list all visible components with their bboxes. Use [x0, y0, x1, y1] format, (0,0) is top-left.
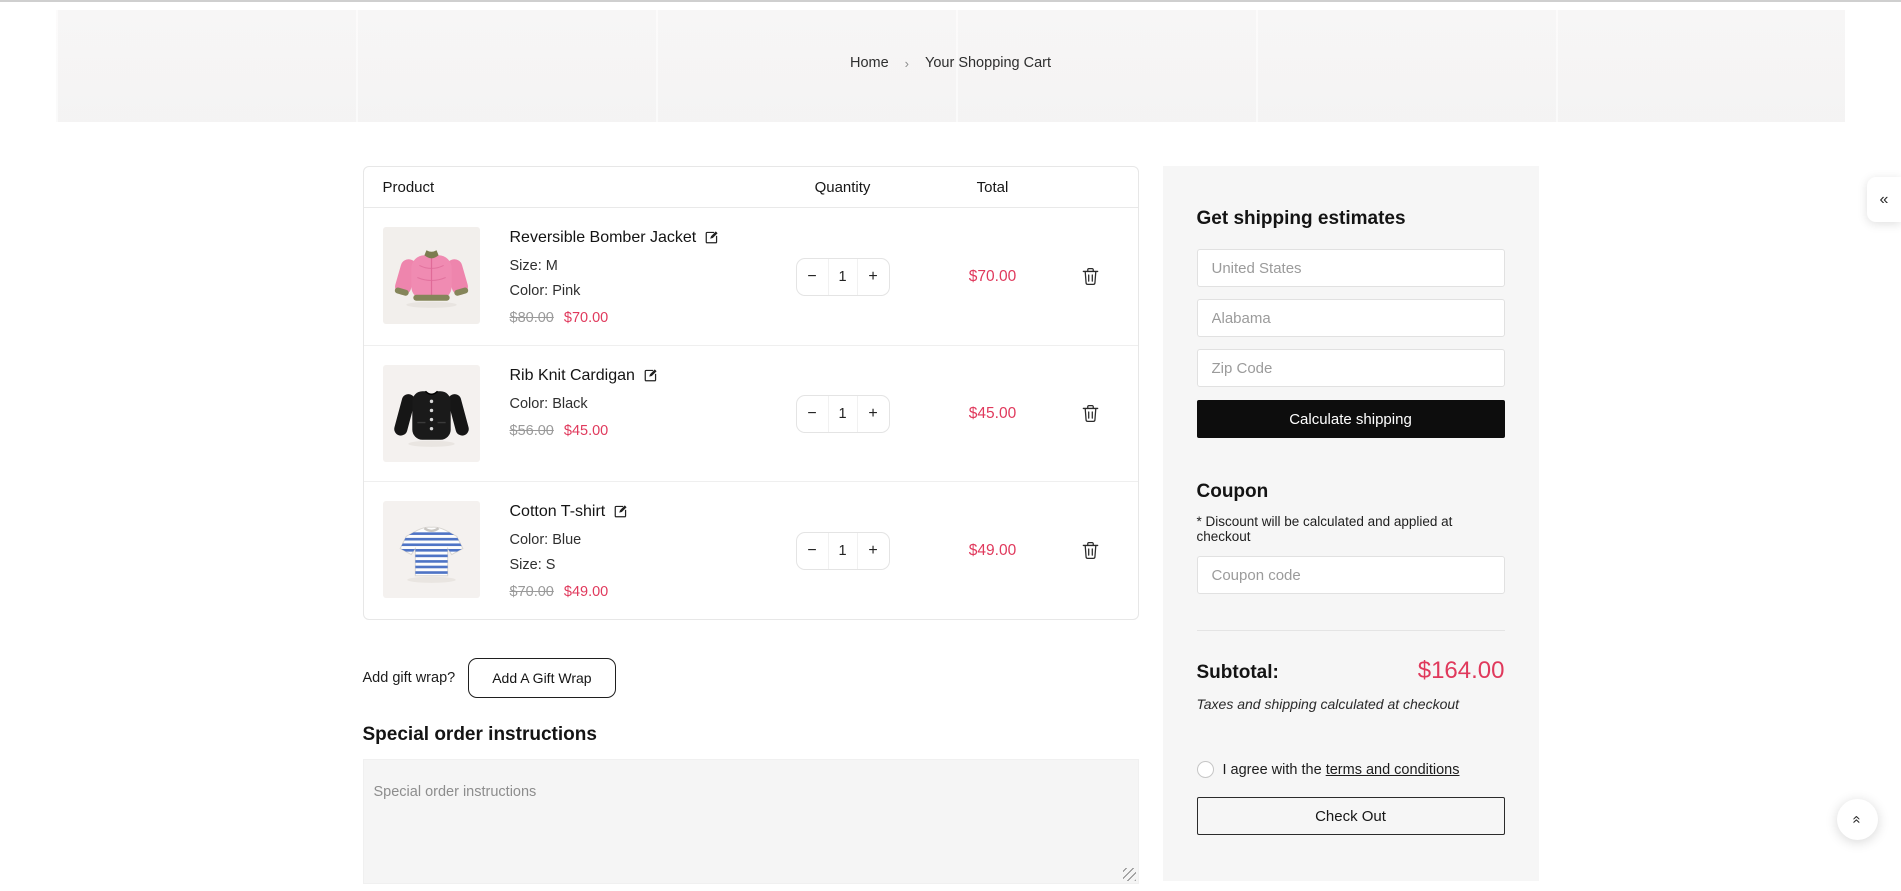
product-info: Rib Knit Cardigan Color: Black $56.00 $4…: [510, 365, 658, 439]
product-prices: $56.00 $45.00: [510, 423, 658, 439]
remove-item-button[interactable]: [1082, 541, 1099, 560]
add-gift-wrap-button[interactable]: Add A Gift Wrap: [468, 658, 616, 698]
quantity-decrease-button[interactable]: −: [797, 259, 828, 295]
cart-page-content: Product Quantity Total Reversible Bomber…: [362, 166, 1539, 884]
special-instructions-textarea[interactable]: [362, 759, 1139, 884]
breadcrumb: Home › Your Shopping Cart: [56, 55, 1845, 71]
product-sale-price: $70.00: [563, 310, 609, 326]
product-prices: $70.00 $49.00: [510, 584, 629, 600]
cart-rows: Reversible Bomber Jacket Size: M Color: P…: [363, 208, 1138, 619]
product-attributes: Color: Blue Size: S: [510, 530, 629, 575]
quantity-stepper: − 1 +: [795, 394, 890, 433]
special-instructions-wrap: [362, 759, 1139, 884]
edit-item-icon[interactable]: [704, 230, 719, 245]
cart-row: Cotton T-shirt Color: Blue Size: S $70.00…: [363, 481, 1138, 619]
line-total: $45.00: [968, 404, 1017, 422]
sidebar-divider: [1196, 630, 1505, 631]
subtotal-value: $164.00: [1417, 657, 1505, 684]
calculate-shipping-button[interactable]: Calculate shipping: [1196, 400, 1505, 438]
product-info: Reversible Bomber Jacket Size: M Color: P…: [510, 227, 720, 326]
product-title: Rib Knit Cardigan: [509, 367, 635, 384]
breadcrumb-current: Your Shopping Cart: [925, 55, 1052, 71]
terms-agree-row: I agree with the terms and conditions: [1196, 761, 1505, 778]
product-title: Reversible Bomber Jacket: [509, 229, 697, 246]
scroll-to-top-button[interactable]: «: [1837, 799, 1878, 840]
quantity-increase-button[interactable]: +: [858, 396, 889, 432]
textarea-resize-handle[interactable]: [1122, 868, 1136, 881]
product-title: Cotton T-shirt: [509, 503, 606, 520]
terms-agree-checkbox[interactable]: [1196, 761, 1214, 778]
quantity-decrease-button[interactable]: −: [797, 533, 828, 569]
product-attributes: Color: Black: [510, 394, 658, 414]
product-old-price: $56.00: [509, 423, 554, 439]
quantity-value: 1: [827, 532, 858, 569]
cart-main-column: Product Quantity Total Reversible Bomber…: [362, 166, 1139, 884]
remove-item-button[interactable]: [1082, 267, 1099, 286]
column-header-quantity: Quantity: [814, 178, 871, 196]
terms-agree-text: I agree with the terms and conditions: [1222, 761, 1460, 778]
quantity-cell: − 1 +: [795, 257, 890, 296]
quantity-value: 1: [827, 258, 858, 295]
pink-bomber-jacket-thumbnail[interactable]: [382, 227, 480, 324]
product-prices: $80.00 $70.00: [510, 310, 720, 326]
special-instructions-heading: Special order instructions: [362, 724, 597, 745]
column-header-product: Product: [382, 178, 435, 196]
product-attribute: Color: Blue: [509, 532, 582, 548]
product-attribute: Size: S: [509, 557, 556, 573]
line-total: $70.00: [968, 267, 1017, 285]
page-banner: Home › Your Shopping Cart: [56, 10, 1845, 122]
gift-wrap-section: Add gift wrap? Add A Gift Wrap: [363, 658, 1139, 698]
product-old-price: $80.00: [509, 310, 554, 326]
quantity-value: 1: [827, 395, 858, 432]
taxes-note: Taxes and shipping calculated at checkou…: [1196, 696, 1460, 712]
cart-row: Reversible Bomber Jacket Size: M Color: P…: [364, 208, 1138, 345]
gift-wrap-label: Add gift wrap?: [362, 670, 456, 686]
cart-row: Rib Knit Cardigan Color: Black $56.00 $4…: [363, 345, 1138, 481]
shipping-country-input[interactable]: [1196, 249, 1505, 287]
cart-table-header: Product Quantity Total: [363, 167, 1138, 208]
product-old-price: $70.00: [509, 584, 554, 600]
panel-collapse-tab[interactable]: «: [1867, 177, 1901, 222]
column-header-total: Total: [976, 178, 1009, 196]
product-attribute: Size: M: [509, 258, 558, 274]
quantity-cell: − 1 +: [795, 394, 890, 433]
subtotal-row: Subtotal: $164.00: [1197, 657, 1505, 685]
shipping-estimates-heading: Get shipping estimates: [1196, 208, 1406, 229]
black-cardigan-thumbnail[interactable]: [382, 365, 480, 462]
double-chevron-up-icon: «: [1849, 815, 1866, 824]
double-chevron-left-icon: «: [1879, 190, 1889, 208]
blue-striped-tshirt-thumbnail[interactable]: [382, 501, 480, 598]
shipping-state-input[interactable]: [1196, 299, 1505, 337]
quantity-stepper: − 1 +: [795, 531, 890, 570]
product-info: Cotton T-shirt Color: Blue Size: S $70.00…: [510, 501, 629, 600]
product-cell: Rib Knit Cardigan Color: Black $56.00 $4…: [382, 365, 763, 462]
edit-item-icon[interactable]: [643, 368, 658, 383]
terms-and-conditions-link[interactable]: terms and conditions: [1326, 762, 1460, 778]
remove-item-button[interactable]: [1082, 404, 1099, 423]
checkout-button[interactable]: Check Out: [1196, 797, 1505, 835]
subtotal-label: Subtotal:: [1196, 662, 1279, 683]
cart-table: Product Quantity Total Reversible Bomber…: [362, 166, 1139, 620]
product-sale-price: $45.00: [563, 423, 609, 439]
line-total: $49.00: [968, 541, 1017, 559]
coupon-heading: Coupon: [1196, 481, 1269, 502]
coupon-code-input[interactable]: [1196, 556, 1505, 594]
quantity-cell: − 1 +: [795, 531, 890, 570]
quantity-stepper: − 1 +: [795, 257, 890, 296]
edit-item-icon[interactable]: [613, 504, 628, 519]
quantity-decrease-button[interactable]: −: [797, 396, 828, 432]
product-cell: Reversible Bomber Jacket Size: M Color: P…: [382, 227, 763, 326]
product-sale-price: $49.00: [563, 584, 609, 600]
coupon-note: * Discount will be calculated and applie…: [1196, 514, 1453, 544]
breadcrumb-home-link[interactable]: Home: [850, 55, 889, 71]
product-cell: Cotton T-shirt Color: Blue Size: S $70.00…: [382, 501, 763, 600]
quantity-increase-button[interactable]: +: [858, 533, 889, 569]
product-attributes: Size: M Color: Pink: [510, 256, 720, 301]
breadcrumb-separator-icon: ›: [904, 55, 909, 71]
product-attribute: Color: Pink: [509, 283, 581, 299]
shipping-zip-input[interactable]: [1196, 349, 1505, 387]
product-attribute: Color: Black: [509, 396, 588, 412]
cart-summary-sidebar: Get shipping estimates Calculate shippin…: [1162, 166, 1539, 881]
quantity-increase-button[interactable]: +: [858, 259, 889, 295]
